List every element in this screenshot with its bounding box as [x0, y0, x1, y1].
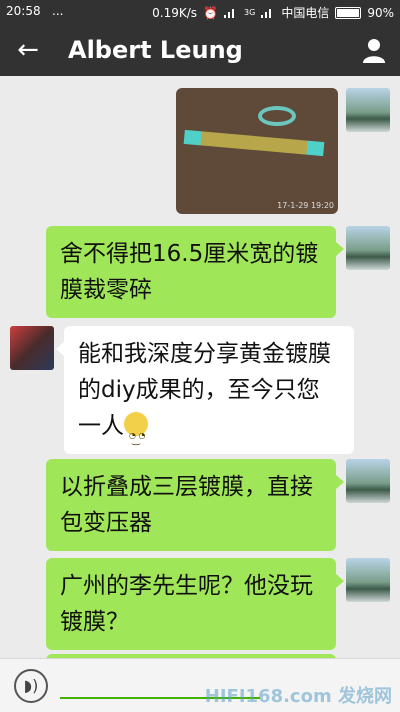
image-message[interactable]: 17-1-29 19:20 [176, 88, 338, 214]
my-avatar[interactable] [346, 88, 390, 132]
smile-emoji-icon [124, 412, 148, 459]
my-message-bubble[interactable]: 广州的李先生呢？他没玩镀膜？ [46, 558, 344, 650]
carrier: 中国电信 [281, 6, 330, 20]
watermark: HIFI168.com 发烧网 [204, 686, 392, 707]
status-dots: ... [52, 4, 64, 18]
status-icons: 0.19K/s ⏰ 3G 中国电信 90% [152, 4, 394, 21]
my-message-bubble[interactable]: 舍不得把16.5厘米宽的镀膜裁零碎 [46, 226, 344, 318]
my-message-bubble[interactable]: 以折叠成三层镀膜，直接包变压器 [46, 459, 344, 551]
alarm-icon: ⏰ [203, 5, 219, 20]
contact-message-bubble[interactable]: 能和我深度分享黄金镀膜的diy成果的，至今只您一人 [56, 326, 354, 459]
my-avatar[interactable] [346, 558, 390, 602]
ring-object [258, 106, 296, 126]
battery-percent: 90% [367, 5, 394, 20]
back-arrow-icon[interactable]: ← [14, 36, 42, 64]
chat-header: ← Albert Leung [0, 24, 400, 76]
cell-signal-icon [261, 8, 275, 18]
message-list[interactable]: 17-1-29 19:20 舍不得把16.5厘米宽的镀膜裁零碎 能和我深度分享黄… [0, 76, 400, 658]
my-avatar[interactable] [346, 226, 390, 270]
person-icon[interactable] [360, 36, 388, 64]
status-bar: 20:58 ... 0.19K/s ⏰ 3G 中国电信 90% [0, 0, 400, 24]
wifi-signal-icon [224, 8, 238, 18]
contact-message-text: 能和我深度分享黄金镀膜的diy成果的，至今只您一人 [78, 341, 331, 439]
net-speed: 0.19K/s [152, 5, 198, 20]
input-bar: ◗) HIFI168.com 发烧网 [0, 658, 400, 712]
network-type: 3G [244, 8, 256, 17]
photo-timestamp: 17-1-29 19:20 [277, 201, 334, 210]
status-time: 20:58 [6, 4, 41, 18]
my-avatar[interactable] [346, 459, 390, 503]
voice-icon[interactable]: ◗) [14, 669, 48, 703]
battery-icon [335, 6, 362, 19]
chat-title: Albert Leung [68, 36, 243, 64]
gold-film-strip [183, 129, 325, 157]
contact-avatar[interactable] [10, 326, 54, 370]
